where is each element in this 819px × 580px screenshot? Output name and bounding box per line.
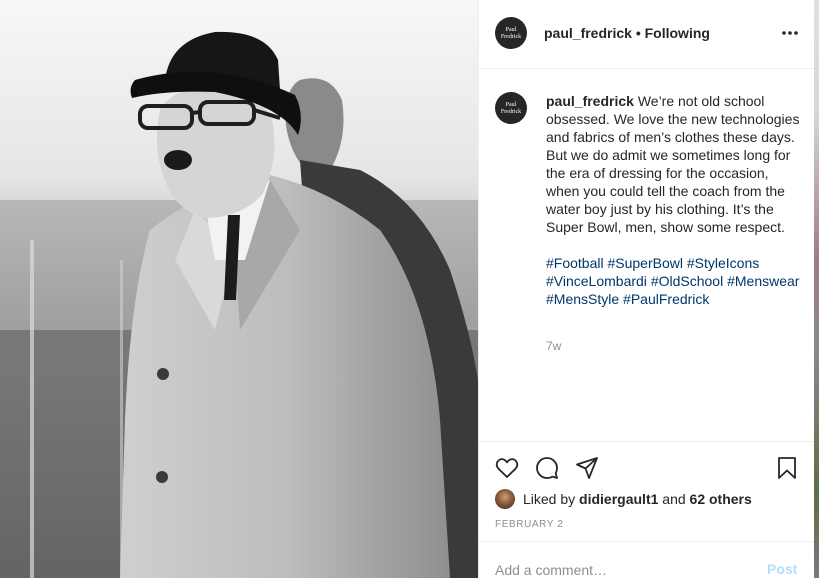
header-username[interactable]: paul_fredrick <box>544 25 632 41</box>
heart-icon[interactable] <box>495 456 519 480</box>
hashtags: #Football #SuperBowl #StyleIcons #VinceL… <box>546 254 804 308</box>
avatar-text-line2: Fredrick <box>500 33 522 40</box>
post-side-panel: Paul Fredrick paul_fredrick • Following P… <box>478 0 814 580</box>
hashtag-mensstyle[interactable]: #MensStyle <box>546 291 619 307</box>
likes-summary: Liked by didiergault1 and 62 others <box>495 488 752 510</box>
likes-others[interactable]: 62 others <box>690 491 752 507</box>
post-header: Paul Fredrick paul_fredrick • Following <box>479 0 814 69</box>
comment-input[interactable] <box>495 560 735 580</box>
liker-avatar[interactable] <box>495 489 515 509</box>
caption-avatar-text-line1: Paul <box>505 101 517 108</box>
header-username-row: paul_fredrick • Following <box>544 25 710 41</box>
photo-illustration <box>0 0 478 578</box>
likes-prefix: Liked by <box>523 491 576 507</box>
more-horizontal-icon[interactable] <box>781 30 799 36</box>
comment-bar: Post <box>479 541 814 580</box>
hashtag-superbowl[interactable]: #SuperBowl <box>607 255 683 271</box>
hashtag-vincelombardi[interactable]: #VinceLombardi <box>546 273 647 289</box>
likes-user[interactable]: didiergault1 <box>579 491 658 507</box>
hashtag-styleicons[interactable]: #StyleIcons <box>687 255 759 271</box>
hashtag-football[interactable]: #Football <box>546 255 604 271</box>
account-avatar[interactable]: Paul Fredrick <box>495 17 527 49</box>
comment-icon[interactable] <box>535 456 559 480</box>
follow-status[interactable]: Following <box>645 25 710 41</box>
caption-body: paul_fredrick We’re not old school obses… <box>546 92 804 308</box>
hashtag-menswear[interactable]: #Menswear <box>727 273 799 289</box>
hashtag-oldschool[interactable]: #OldSchool <box>651 273 723 289</box>
share-icon[interactable] <box>575 456 599 480</box>
post-photo[interactable] <box>0 0 478 578</box>
separator-dot: • <box>635 25 641 41</box>
caption-author[interactable]: paul_fredrick <box>546 93 634 109</box>
post-age[interactable]: 7w <box>546 339 561 353</box>
action-bar <box>479 441 814 492</box>
caption-text: We’re not old school obsessed. We love t… <box>546 93 800 235</box>
hashtag-paulfredrick[interactable]: #PaulFredrick <box>623 291 709 307</box>
bookmark-icon[interactable] <box>775 456 799 480</box>
avatar-text-line1: Paul <box>505 26 517 33</box>
caption-avatar-text-line2: Fredrick <box>500 108 522 115</box>
post-comment-button[interactable]: Post <box>767 561 797 577</box>
likes-conjunction: and <box>662 491 686 507</box>
post-date[interactable]: FEBRUARY 2 <box>495 519 563 530</box>
caption-avatar[interactable]: Paul Fredrick <box>495 92 527 124</box>
